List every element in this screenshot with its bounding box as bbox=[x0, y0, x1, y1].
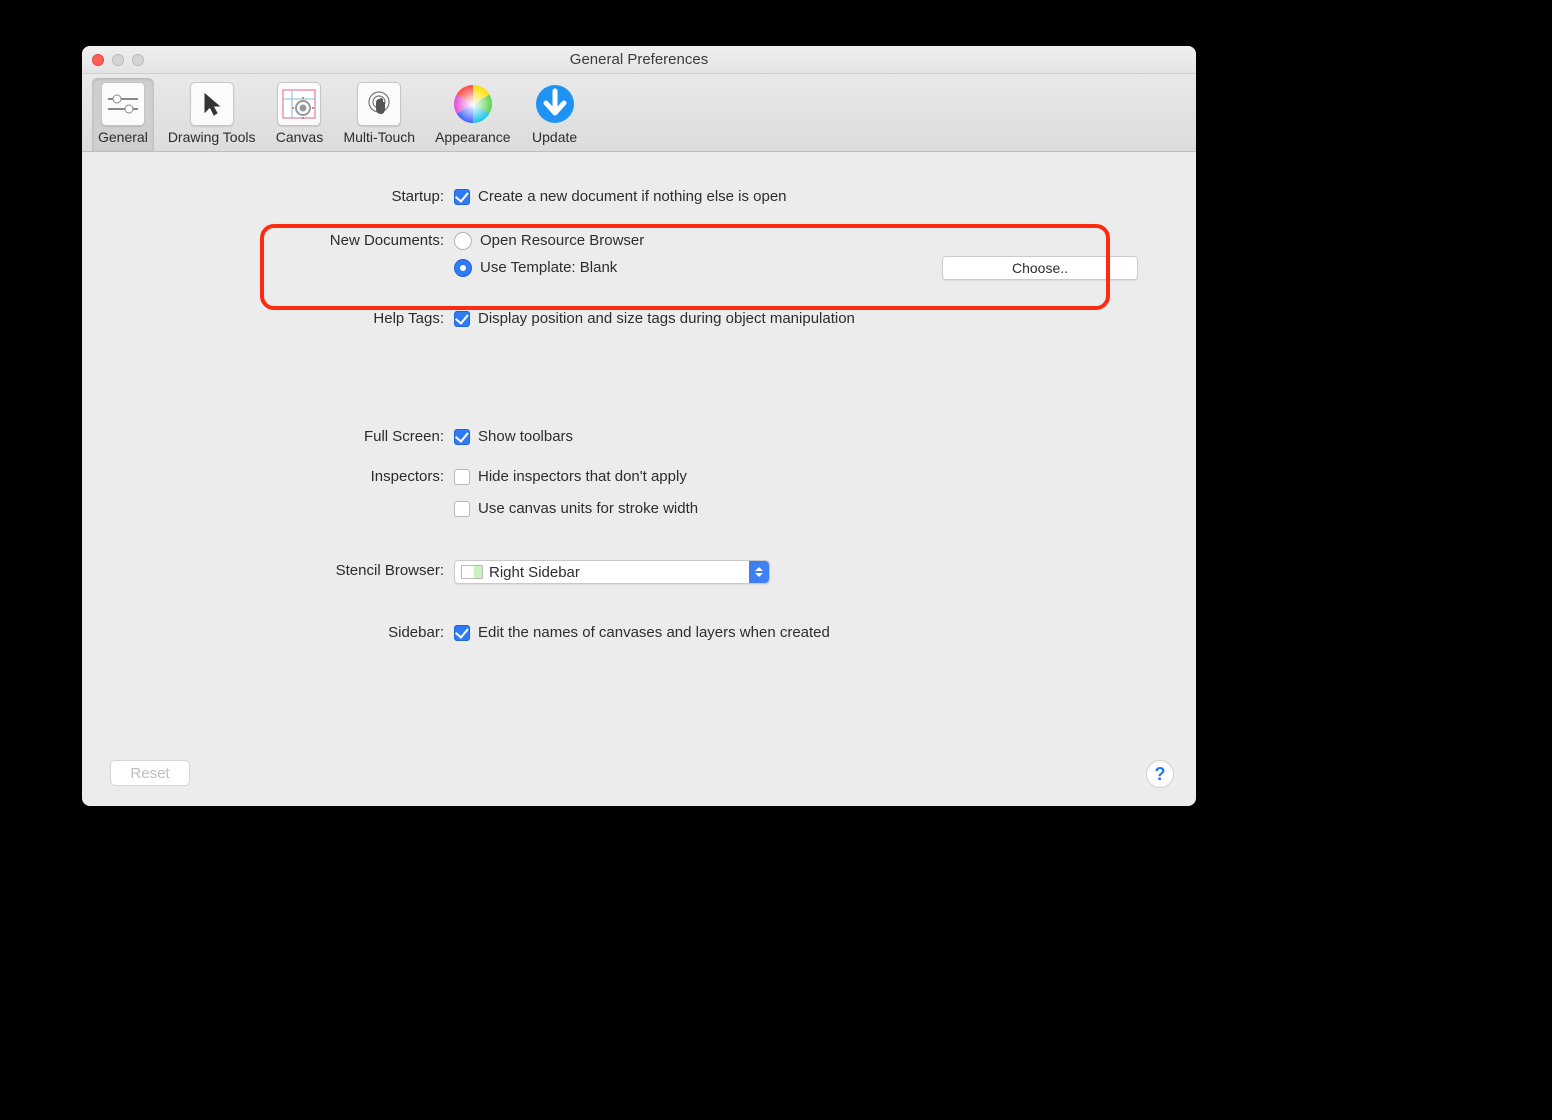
content-area: Startup: Create a new document if nothin… bbox=[82, 152, 1196, 806]
help-tags-label: Help Tags: bbox=[82, 308, 454, 330]
tab-label: Appearance bbox=[435, 129, 511, 145]
download-arrow-icon bbox=[533, 82, 577, 126]
open-resource-browser-radio[interactable] bbox=[454, 232, 472, 250]
row-inspectors: Inspectors: Hide inspectors that don't a… bbox=[82, 466, 1196, 520]
inspectors-label: Inspectors: bbox=[82, 466, 454, 488]
canvas-units-stroke-checkbox[interactable] bbox=[454, 501, 470, 517]
close-window-button[interactable] bbox=[92, 54, 104, 66]
help-button[interactable]: ? bbox=[1146, 760, 1174, 788]
use-template-radio[interactable] bbox=[454, 259, 472, 277]
checkbox-label: Show toolbars bbox=[478, 426, 573, 448]
row-full-screen: Full Screen: Show toolbars bbox=[82, 426, 1196, 448]
hide-inspectors-checkbox[interactable] bbox=[454, 469, 470, 485]
tab-label: General bbox=[98, 129, 148, 145]
checkbox-label: Use canvas units for stroke width bbox=[478, 498, 698, 520]
checkbox-label: Edit the names of canvases and layers wh… bbox=[478, 622, 830, 644]
row-stencil-browser: Stencil Browser: Right Sidebar bbox=[82, 560, 1196, 584]
stencil-label: Stencil Browser: bbox=[82, 560, 454, 582]
tab-update[interactable]: Update bbox=[525, 78, 585, 151]
touch-icon bbox=[357, 82, 401, 126]
row-startup: Startup: Create a new document if nothin… bbox=[82, 186, 1196, 208]
startup-label: Startup: bbox=[82, 186, 454, 208]
preferences-window: General Preferences General Drawing Tool… bbox=[82, 46, 1196, 806]
tab-label: Update bbox=[532, 129, 577, 145]
preferences-toolbar: General Drawing Tools Canvas bbox=[82, 74, 1196, 152]
tab-drawing-tools[interactable]: Drawing Tools bbox=[162, 78, 262, 151]
color-wheel-icon bbox=[451, 82, 495, 126]
minimize-window-button bbox=[112, 54, 124, 66]
radio-label: Use Template: Blank bbox=[480, 257, 617, 279]
radio-label: Open Resource Browser bbox=[480, 230, 644, 252]
sidebar-edit-names-checkbox[interactable] bbox=[454, 625, 470, 641]
checkbox-label: Hide inspectors that don't apply bbox=[478, 466, 687, 488]
help-tags-checkbox[interactable] bbox=[454, 311, 470, 327]
window-controls bbox=[82, 54, 144, 66]
select-value: Right Sidebar bbox=[489, 564, 580, 581]
window-title: General Preferences bbox=[82, 51, 1196, 68]
sliders-icon bbox=[101, 82, 145, 126]
tab-label: Canvas bbox=[276, 129, 323, 145]
reset-button[interactable]: Reset bbox=[110, 760, 190, 786]
row-help-tags: Help Tags: Display position and size tag… bbox=[82, 308, 1196, 330]
stencil-browser-select[interactable]: Right Sidebar bbox=[454, 560, 770, 584]
full-screen-toolbars-checkbox[interactable] bbox=[454, 429, 470, 445]
select-arrows-icon bbox=[749, 561, 769, 583]
sidebar-label: Sidebar: bbox=[82, 622, 454, 644]
pointer-icon bbox=[190, 82, 234, 126]
startup-checkbox-label: Create a new document if nothing else is… bbox=[478, 186, 787, 208]
row-new-documents: New Documents: Open Resource Browser Use… bbox=[82, 230, 1196, 280]
tab-appearance[interactable]: Appearance bbox=[429, 78, 517, 151]
startup-create-doc-checkbox[interactable] bbox=[454, 189, 470, 205]
tab-label: Drawing Tools bbox=[168, 129, 256, 145]
tab-multi-touch[interactable]: Multi-Touch bbox=[337, 78, 421, 151]
tab-label: Multi-Touch bbox=[343, 129, 415, 145]
checkbox-label: Display position and size tags during ob… bbox=[478, 308, 855, 330]
tab-general[interactable]: General bbox=[92, 78, 154, 151]
tab-canvas[interactable]: Canvas bbox=[269, 78, 329, 151]
full-screen-label: Full Screen: bbox=[82, 426, 454, 448]
titlebar: General Preferences bbox=[82, 46, 1196, 74]
choose-template-button[interactable]: Choose.. bbox=[942, 256, 1138, 280]
canvas-icon bbox=[277, 82, 321, 126]
row-sidebar: Sidebar: Edit the names of canvases and … bbox=[82, 622, 1196, 644]
sidebar-position-icon bbox=[461, 565, 483, 579]
new-documents-label: New Documents: bbox=[82, 230, 454, 252]
zoom-window-button bbox=[132, 54, 144, 66]
